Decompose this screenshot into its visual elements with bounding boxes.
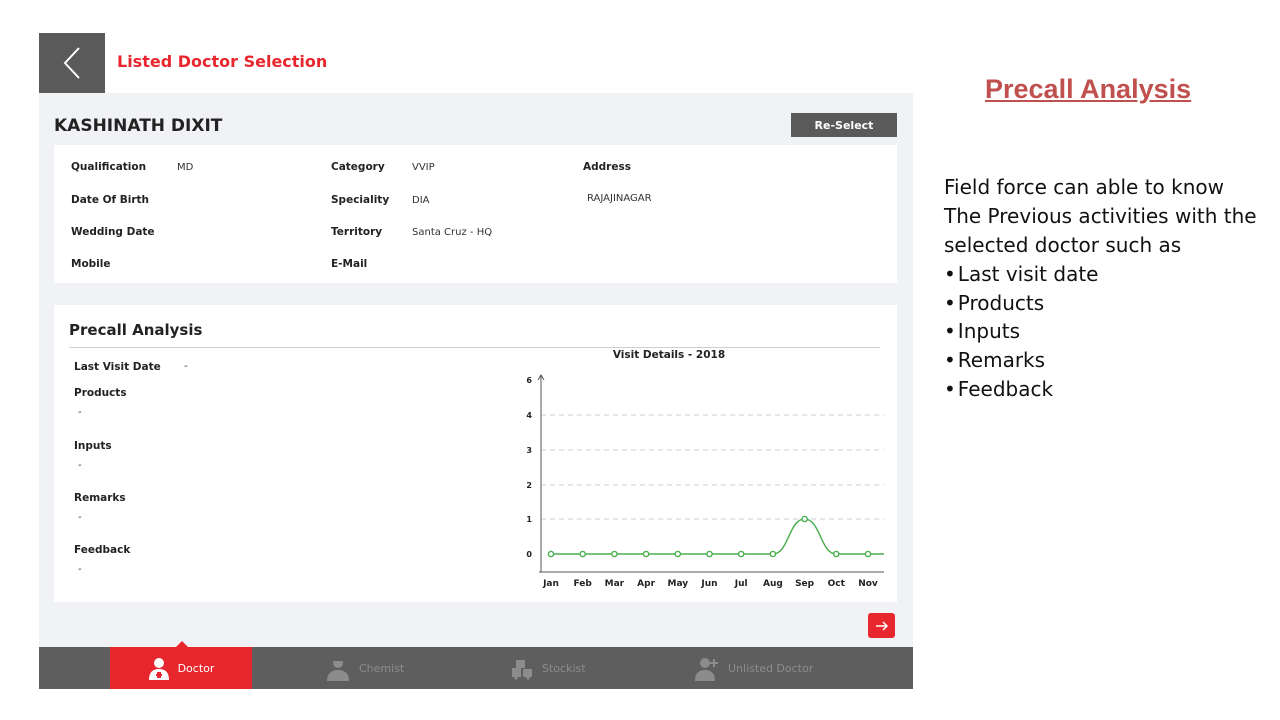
nav-label-doctor: Doctor <box>177 661 215 675</box>
reselect-button[interactable]: Re-Select <box>791 113 897 137</box>
data-point <box>547 550 555 558</box>
slide-title: Precall Analysis <box>985 74 1192 104</box>
chevron-left-icon <box>63 47 80 79</box>
data-point <box>706 550 713 558</box>
y-tick-label: 0 <box>526 550 532 559</box>
address-value: RAJAJINAGAR <box>587 193 652 204</box>
data-point <box>769 550 777 558</box>
y-tick-label: 2 <box>526 481 532 490</box>
wedding-date-label: Wedding Date <box>71 226 155 238</box>
bullet-item: Last visit date <box>944 260 1099 289</box>
stockist-icon <box>512 660 532 680</box>
category-value: VVIP <box>412 162 435 173</box>
x-tick-label: May <box>667 579 688 589</box>
data-point <box>801 515 808 523</box>
precall-title: Precall Analysis <box>69 321 203 339</box>
app-content: KASHINATH DIXIT Re-Select Qualification … <box>39 93 913 647</box>
doctor-icon <box>148 658 169 680</box>
products-label: Products <box>74 387 127 399</box>
x-tick-label: Apr <box>637 579 655 589</box>
x-tick-label: Jan <box>542 579 559 589</box>
email-label: E-Mail <box>331 258 368 270</box>
series-line <box>551 518 884 555</box>
nav-label-chemist: Chemist <box>359 661 405 675</box>
data-point <box>864 550 872 558</box>
inputs-label: Inputs <box>74 440 112 452</box>
nav-item-doctor[interactable]: Doctor <box>110 647 252 689</box>
page-title: Listed Doctor Selection <box>117 52 328 71</box>
territory-label: Territory <box>331 226 383 238</box>
y-tick-label: 6 <box>526 376 532 385</box>
qualification-label: Qualification <box>71 161 147 173</box>
unlisted-doctor-icon <box>695 658 718 681</box>
x-tick-label: Sep <box>795 579 815 589</box>
doctor-info-card: Qualification MD Date Of Birth Wedding D… <box>54 145 897 283</box>
bottom-nav: Doctor Chemist Stockist Unlisted Doctor <box>39 641 913 689</box>
back-button[interactable] <box>39 33 105 93</box>
data-point <box>642 550 650 558</box>
data-point <box>832 550 840 558</box>
qualification-value: MD <box>177 162 194 173</box>
nav-item-unlisted-doctor[interactable]: Unlisted Doctor <box>694 647 813 689</box>
territory-value: Santa Cruz - HQ <box>412 227 493 238</box>
bullet-item: Products <box>944 289 1098 318</box>
data-point <box>611 550 618 558</box>
speciality-label: Speciality <box>331 194 390 206</box>
x-tick-label: Feb <box>574 579 593 589</box>
precall-card: Precall Analysis Last Visit Date - Produ… <box>54 305 897 602</box>
bullet-item: Feedback <box>944 375 1098 404</box>
chart-title: Visit Details - 2018 <box>613 349 725 361</box>
x-tick-label: Jul <box>734 579 748 589</box>
dob-label: Date Of Birth <box>71 194 150 206</box>
nav-item-stockist[interactable]: Stockist <box>510 647 586 689</box>
remarks-label: Remarks <box>74 492 126 504</box>
doctor-name: KASHINATH DIXIT <box>54 116 223 136</box>
data-point <box>737 550 745 558</box>
remarks-value: - <box>78 512 82 523</box>
data-point <box>579 550 586 558</box>
inputs-value: - <box>78 460 82 471</box>
last-visit-value: - <box>184 361 188 372</box>
next-button[interactable] <box>868 613 895 638</box>
address-label: Address <box>583 161 631 173</box>
feedback-value: - <box>78 564 82 575</box>
bullet-item: Remarks <box>944 346 1098 375</box>
y-tick-label: 1 <box>526 515 532 524</box>
x-tick-label: Aug <box>763 579 783 589</box>
category-label: Category <box>331 161 385 173</box>
x-tick-label: Nov <box>858 579 878 589</box>
bullet-item: Inputs <box>944 317 1098 346</box>
slide-description: Field force can able to know The Previou… <box>944 175 1257 257</box>
x-tick-label: Mar <box>605 579 625 589</box>
nav-label-stockist: Stockist <box>542 661 586 675</box>
y-tick-label: 3 <box>526 446 532 455</box>
y-tick-label: 4 <box>526 411 532 420</box>
visit-details-chart: Visit Details - 2018 0 1 2 3 4 6 Jan Feb Mar Apr… <box>526 349 884 589</box>
data-point <box>674 550 682 558</box>
chemist-icon <box>327 658 349 681</box>
arrow-right-icon <box>875 620 888 631</box>
nav-item-chemist[interactable]: Chemist <box>325 647 404 689</box>
nav-label-unlisted-doctor: Unlisted Doctor <box>728 661 814 675</box>
speciality-value: DIA <box>412 195 430 206</box>
last-visit-label: Last Visit Date <box>74 361 161 373</box>
x-tick-label: Jun <box>700 579 717 589</box>
products-value: - <box>78 407 82 418</box>
x-tick-label: Oct <box>828 579 846 589</box>
slide-bullet-list: Last visit date Products Inputs Remarks … <box>944 260 1099 404</box>
mobile-label: Mobile <box>71 258 111 270</box>
feedback-label: Feedback <box>74 544 131 556</box>
